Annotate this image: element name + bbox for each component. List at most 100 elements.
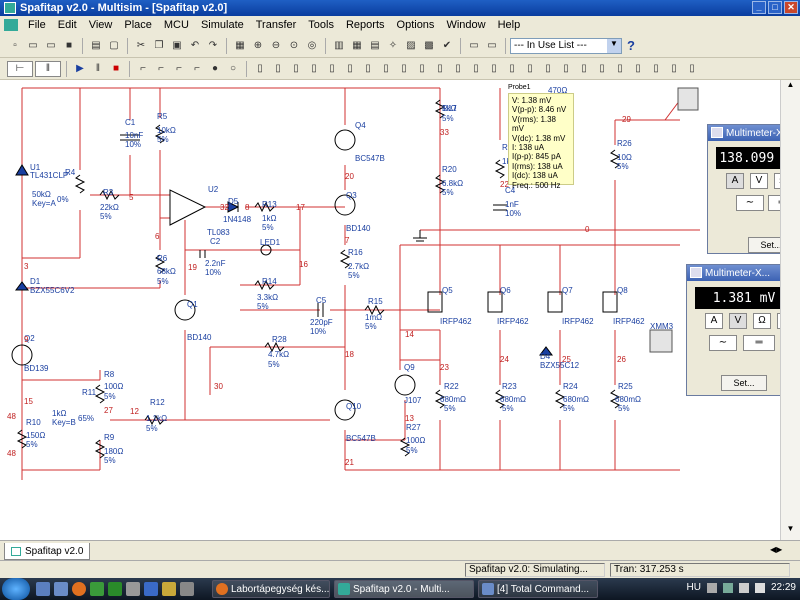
component-label-r8v[interactable]: 100Ω	[104, 382, 123, 391]
component-label-d5v[interactable]: 1N4148	[223, 215, 251, 224]
instrument-icon-23[interactable]: ▯	[648, 61, 664, 77]
instrument-icon-12[interactable]: ▯	[450, 61, 466, 77]
component-label-r22t[interactable]: 5%	[444, 404, 456, 413]
firefox-icon[interactable]	[72, 582, 86, 596]
component-label-r3t[interactable]: 5%	[100, 212, 112, 221]
component-label-r4p[interactable]: 0%	[57, 195, 69, 204]
ammeter-button[interactable]: A	[726, 173, 744, 189]
run-switch-icon[interactable]: ⊢	[7, 60, 33, 77]
component-label-r15t[interactable]: 5%	[365, 322, 377, 331]
instrument-icon-13[interactable]: ▯	[468, 61, 484, 77]
component-label-r20v[interactable]: 6.8kΩ	[442, 179, 463, 188]
instrument-icon[interactable]: ▯	[252, 61, 268, 77]
dc-mode-button[interactable]: ═	[743, 335, 775, 351]
component-label-d4v[interactable]: BZX55C12	[540, 361, 579, 370]
menu-mcu[interactable]: MCU	[158, 19, 195, 31]
breakpoint-icon[interactable]: ●	[207, 61, 223, 77]
instrument-icon-5[interactable]: ▯	[324, 61, 340, 77]
component-label-r5v[interactable]: 10kΩ	[157, 126, 176, 135]
component-label-r5[interactable]: R5	[157, 112, 167, 121]
component-label-led1[interactable]: LED1	[260, 238, 280, 247]
zoom-fit-icon[interactable]: ◎	[304, 38, 320, 54]
component-label-r3v[interactable]: 22kΩ	[100, 203, 119, 212]
tab-scroll-left-icon[interactable]: ◀▶	[770, 545, 782, 554]
component-label-q1[interactable]: Q1	[187, 300, 198, 309]
component-label-r6[interactable]: R6	[157, 254, 167, 263]
component-label-r16v[interactable]: 2.7kΩ	[348, 262, 369, 271]
component-label-r17v[interactable]: 1kΩ	[442, 104, 456, 113]
instrument-icon-16[interactable]: ▯	[522, 61, 538, 77]
component-label-q8[interactable]: Q8	[617, 286, 628, 295]
component-label-q2v[interactable]: BD139	[24, 364, 48, 373]
component-label-r24t[interactable]: 5%	[563, 404, 575, 413]
close-button[interactable]: ✕	[784, 1, 798, 14]
undo-icon[interactable]: ↶	[187, 38, 203, 54]
taskbar-app-multisim[interactable]: Spafitap v2.0 - Multi...	[334, 580, 474, 598]
component-label-q4[interactable]: Q4	[355, 121, 366, 130]
taskbar-app-totalcmd[interactable]: [4] Total Command...	[478, 580, 598, 598]
print-icon[interactable]: ▤	[88, 38, 104, 54]
instrument-icon-11[interactable]: ▯	[432, 61, 448, 77]
component-label-u1v[interactable]: TL431CLP	[30, 171, 68, 180]
copy-icon[interactable]: ❐	[151, 38, 167, 54]
stop-icon[interactable]: ■	[108, 61, 124, 77]
component-label-c5v[interactable]: 220pF	[310, 318, 333, 327]
instrument-icon-2[interactable]: ▯	[270, 61, 286, 77]
component-label-q3v[interactable]: BD140	[346, 224, 370, 233]
redo-icon[interactable]: ↷	[205, 38, 221, 54]
ac-mode-button[interactable]: ∼	[709, 335, 737, 351]
save-icon[interactable]: ■	[61, 38, 77, 54]
pause-switch-icon[interactable]: ‖	[35, 60, 61, 77]
component-label-r14[interactable]: R14	[262, 277, 277, 286]
menu-options[interactable]: Options	[391, 19, 441, 31]
component-label-r6v[interactable]: 68kΩ	[157, 267, 176, 276]
component-label-r12[interactable]: R12	[150, 398, 165, 407]
menu-window[interactable]: Window	[440, 19, 491, 31]
menu-place[interactable]: Place	[118, 19, 158, 31]
fullscreen-icon[interactable]: ▦	[232, 38, 248, 54]
component-label-r5t[interactable]: 5%	[157, 135, 169, 144]
component-label-r25[interactable]: R25	[618, 382, 633, 391]
instrument-icon-21[interactable]: ▯	[612, 61, 628, 77]
component-label-c1[interactable]: C1	[125, 118, 135, 127]
component-label-r4v[interactable]: 50kΩ	[32, 190, 51, 199]
app-launcher-icon[interactable]	[90, 582, 104, 596]
app-launcher-icon-6[interactable]	[180, 582, 194, 596]
open-icon[interactable]: ▭	[25, 38, 41, 54]
component-wizard-icon[interactable]: ✧	[385, 38, 401, 54]
instrument-icon-18[interactable]: ▯	[558, 61, 574, 77]
instrument-icon-22[interactable]: ▯	[630, 61, 646, 77]
app-launcher-icon-2[interactable]	[108, 582, 122, 596]
component-label-r16t[interactable]: 5%	[348, 271, 360, 280]
probe-tool-icon[interactable]: ⌐	[135, 61, 151, 77]
ammeter-button[interactable]: A	[705, 313, 723, 329]
menu-transfer[interactable]: Transfer	[250, 19, 303, 31]
component-label-d5[interactable]: D5	[228, 197, 238, 206]
component-label-r11p[interactable]: 65%	[78, 414, 94, 423]
component-label-q6v[interactable]: IRFP462	[497, 317, 529, 326]
component-label-r28t[interactable]: 5%	[268, 360, 280, 369]
volume-icon[interactable]	[754, 582, 765, 593]
component-label-r22v[interactable]: 680mΩ	[440, 395, 466, 404]
app-launcher-icon-4[interactable]	[144, 582, 158, 596]
component-label-u2[interactable]: U2	[208, 185, 218, 194]
component-label-d1v[interactable]: BZX55C6V2	[30, 286, 74, 295]
component-label-r20t[interactable]: 5%	[442, 188, 454, 197]
component-label-r23t[interactable]: 5%	[502, 404, 514, 413]
erc-icon[interactable]: ✔	[439, 38, 455, 54]
component-label-c2[interactable]: C2	[210, 237, 220, 246]
component-label-u2v[interactable]: TL083	[207, 228, 230, 237]
step-icon[interactable]: ⌐	[153, 61, 169, 77]
component-label-r13[interactable]: R13	[262, 200, 277, 209]
component-label-r27v[interactable]: 100Ω	[406, 436, 425, 445]
component-label-r8[interactable]: R8	[104, 370, 114, 379]
remove-breakpoint-icon[interactable]: ○	[225, 61, 241, 77]
component-label-q7v[interactable]: IRFP462	[562, 317, 594, 326]
component-label-c5t[interactable]: 10%	[310, 327, 326, 336]
component-label-r22[interactable]: R22	[444, 382, 459, 391]
component-label-c4t[interactable]: 10%	[505, 209, 521, 218]
component-label-q5[interactable]: Q5	[442, 286, 453, 295]
component-label-r4k[interactable]: Key=A	[32, 199, 56, 208]
component-label-r17t[interactable]: 5%	[442, 114, 454, 123]
window-switch-icon[interactable]	[54, 582, 68, 596]
